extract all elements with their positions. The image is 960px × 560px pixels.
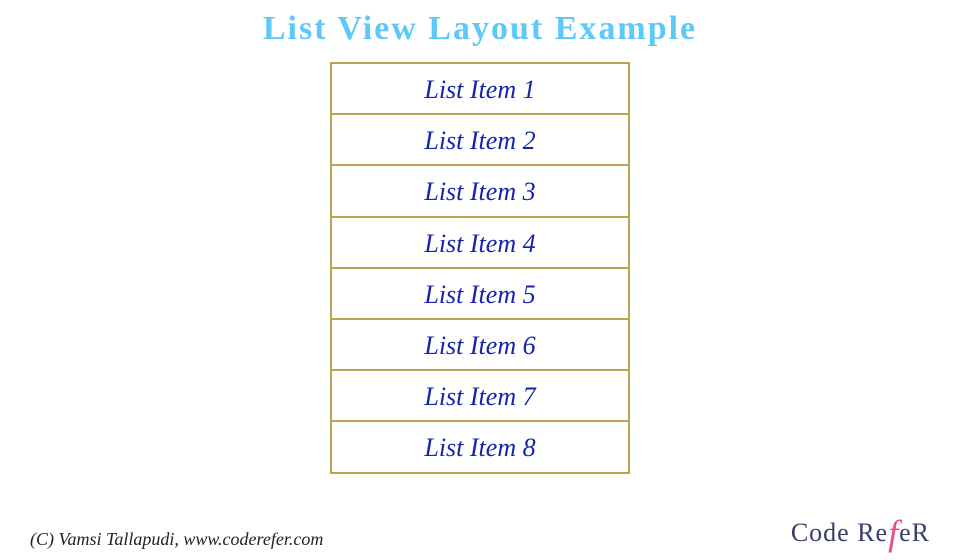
list-item[interactable]: List Item 2 — [332, 115, 628, 166]
footer: (C) Vamsi Tallapudi, www.coderefer.com C… — [0, 508, 960, 550]
page-title: List View Layout Example — [0, 0, 960, 48]
list-view: List Item 1 List Item 2 List Item 3 List… — [330, 62, 630, 474]
logo-letter-f: f — [888, 513, 899, 553]
brand-logo: Code RefeR — [791, 508, 930, 550]
list-item[interactable]: List Item 3 — [332, 166, 628, 217]
list-item[interactable]: List Item 8 — [332, 422, 628, 473]
list-item[interactable]: List Item 5 — [332, 269, 628, 320]
copyright-text: (C) Vamsi Tallapudi, www.coderefer.com — [30, 529, 323, 550]
list-item[interactable]: List Item 6 — [332, 320, 628, 371]
logo-text-post: eR — [899, 518, 930, 547]
list-item[interactable]: List Item 7 — [332, 371, 628, 422]
list-item[interactable]: List Item 1 — [332, 64, 628, 115]
logo-text-pre: Code Re — [791, 518, 888, 547]
list-item[interactable]: List Item 4 — [332, 218, 628, 269]
